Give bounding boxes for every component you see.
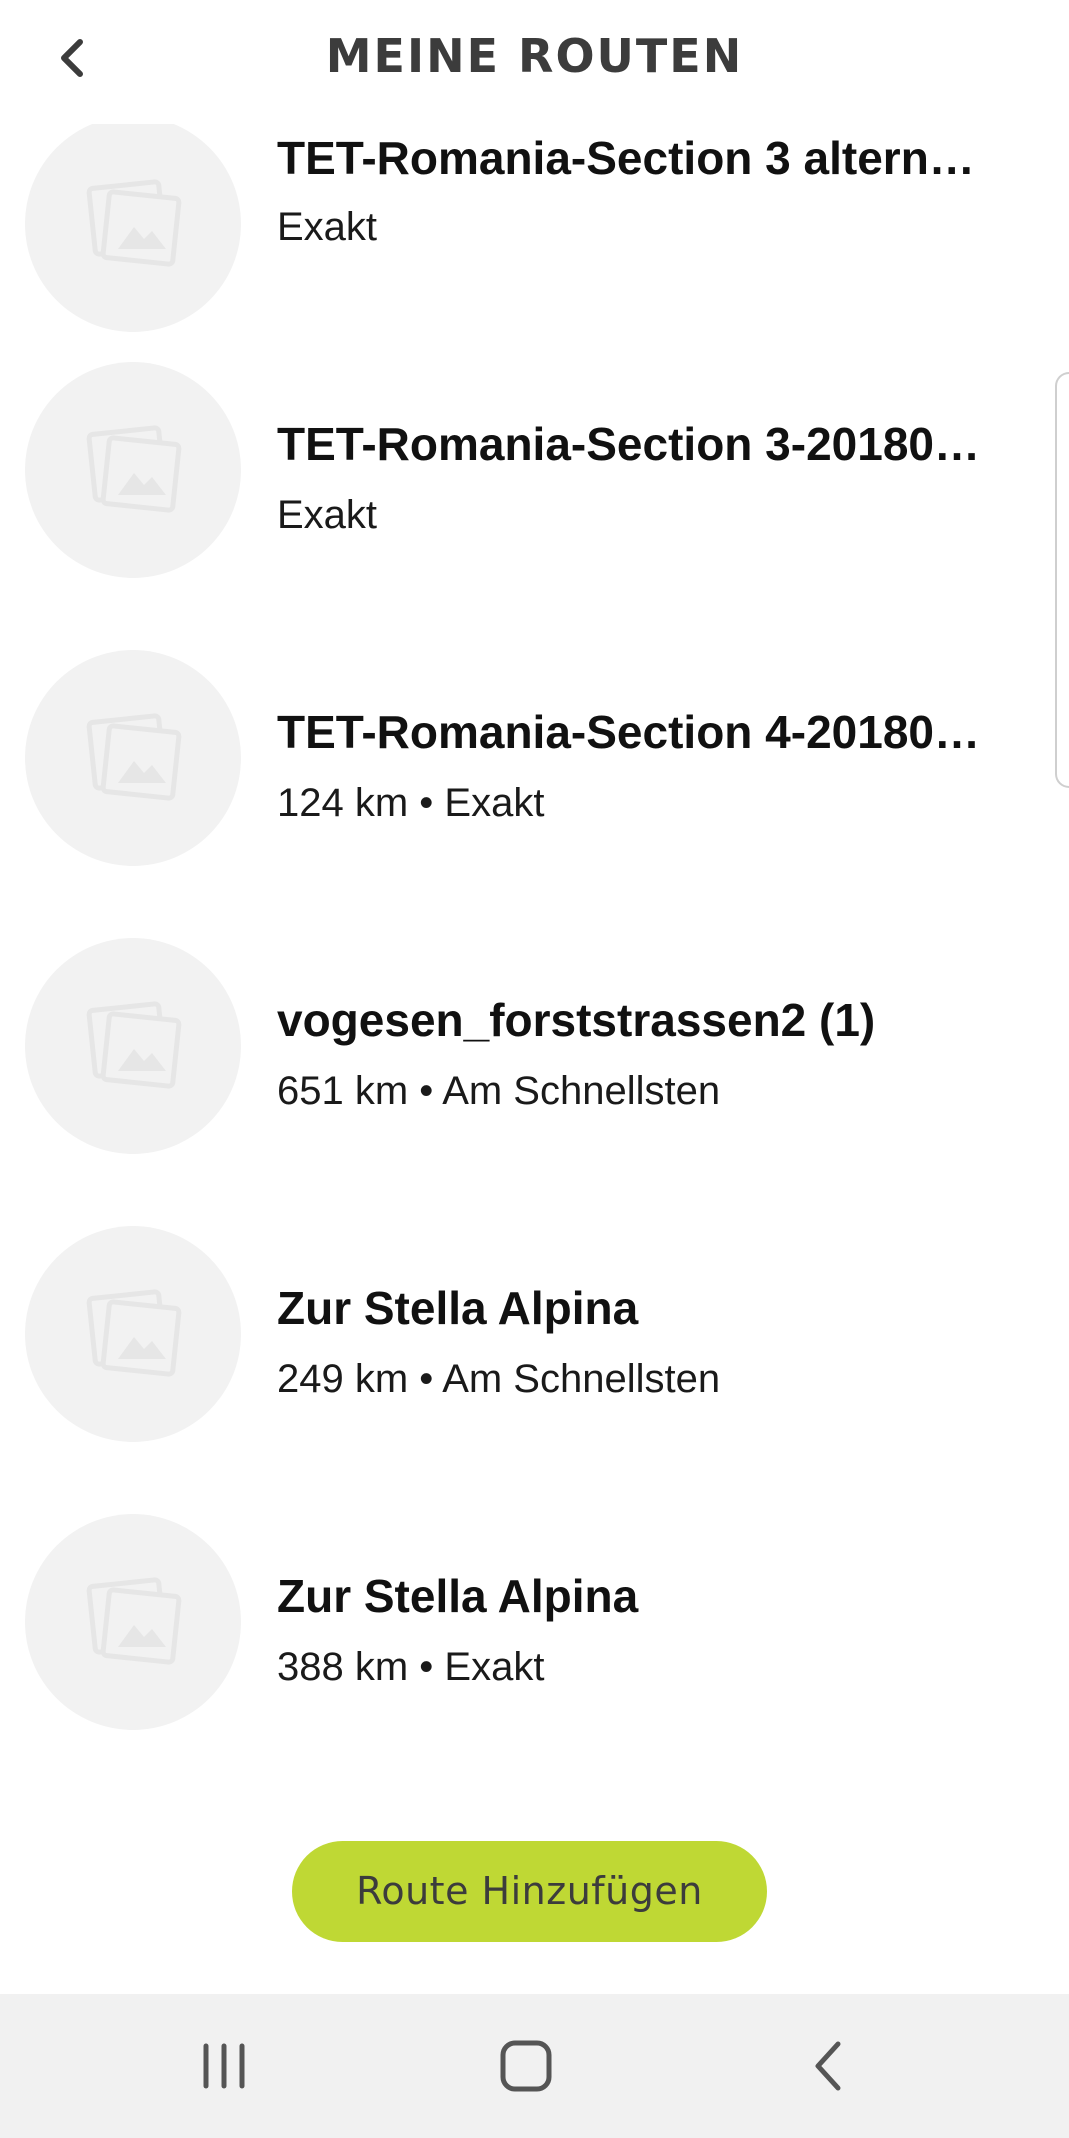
home-icon: [500, 2040, 552, 2092]
route-thumbnail: [25, 1226, 241, 1442]
system-back-button[interactable]: [778, 2016, 878, 2116]
recent-apps-icon: [203, 2043, 245, 2089]
route-meta: 388 km • Exakt: [277, 1645, 545, 1689]
route-meta: 651 km • Am Schnellsten: [277, 1069, 721, 1113]
route-thumbnail: [25, 650, 241, 866]
route-list-item[interactable]: TET-Romania-Section 4-20180… 124 km • Ex…: [0, 650, 1069, 938]
route-meta: Exakt: [277, 493, 378, 537]
route-list-item[interactable]: vogesen_forststrassen2 (1) 651 km • Am S…: [0, 938, 1069, 1226]
recent-apps-button[interactable]: [174, 2016, 274, 2116]
image-placeholder-icon: [86, 179, 182, 267]
route-name: Zur Stella Alpina: [277, 1282, 639, 1334]
route-thumbnail: [25, 124, 241, 332]
image-placeholder-icon: [86, 713, 182, 801]
route-meta: 124 km • Exakt: [277, 781, 545, 825]
route-name: TET-Romania-Section 4-20180…: [277, 706, 980, 758]
route-meta: 249 km • Am Schnellsten: [277, 1357, 721, 1401]
system-nav-bar: [0, 1994, 1069, 2138]
page-title: MEINE ROUTEN: [325, 29, 744, 83]
route-list-item[interactable]: Zur Stella Alpina 249 km • Am Schnellste…: [0, 1226, 1069, 1514]
route-thumbnail: [25, 362, 241, 578]
home-button[interactable]: [476, 2016, 576, 2116]
add-route-button[interactable]: Route Hinzufügen: [292, 1841, 767, 1942]
route-name: Zur Stella Alpina: [277, 1570, 639, 1622]
route-thumbnail: [25, 938, 241, 1154]
image-placeholder-icon: [86, 425, 182, 513]
route-name: TET-Romania-Section 3 alterna…: [277, 132, 997, 184]
route-thumbnail: [25, 1514, 241, 1730]
app-screen: MEINE ROUTEN TET-Romania-Section 3 alter…: [0, 0, 1069, 2138]
image-placeholder-icon: [86, 1577, 182, 1665]
back-icon: [815, 2041, 841, 2091]
image-placeholder-icon: [86, 1001, 182, 1089]
route-meta: Exakt: [277, 205, 378, 249]
route-name: TET-Romania-Section 3-20180…: [277, 418, 980, 470]
route-list-item[interactable]: Zur Stella Alpina 388 km • Exakt: [0, 1514, 1069, 1802]
route-name: vogesen_forststrassen2 (1): [277, 994, 876, 1046]
route-list[interactable]: TET-Romania-Section 3 alterna… Exakt TET…: [0, 124, 1069, 1864]
fast-scroll-handle[interactable]: [1055, 372, 1069, 788]
route-list-item[interactable]: TET-Romania-Section 3-20180… Exakt: [0, 362, 1069, 650]
header: MEINE ROUTEN: [0, 0, 1069, 124]
image-placeholder-icon: [86, 1289, 182, 1377]
